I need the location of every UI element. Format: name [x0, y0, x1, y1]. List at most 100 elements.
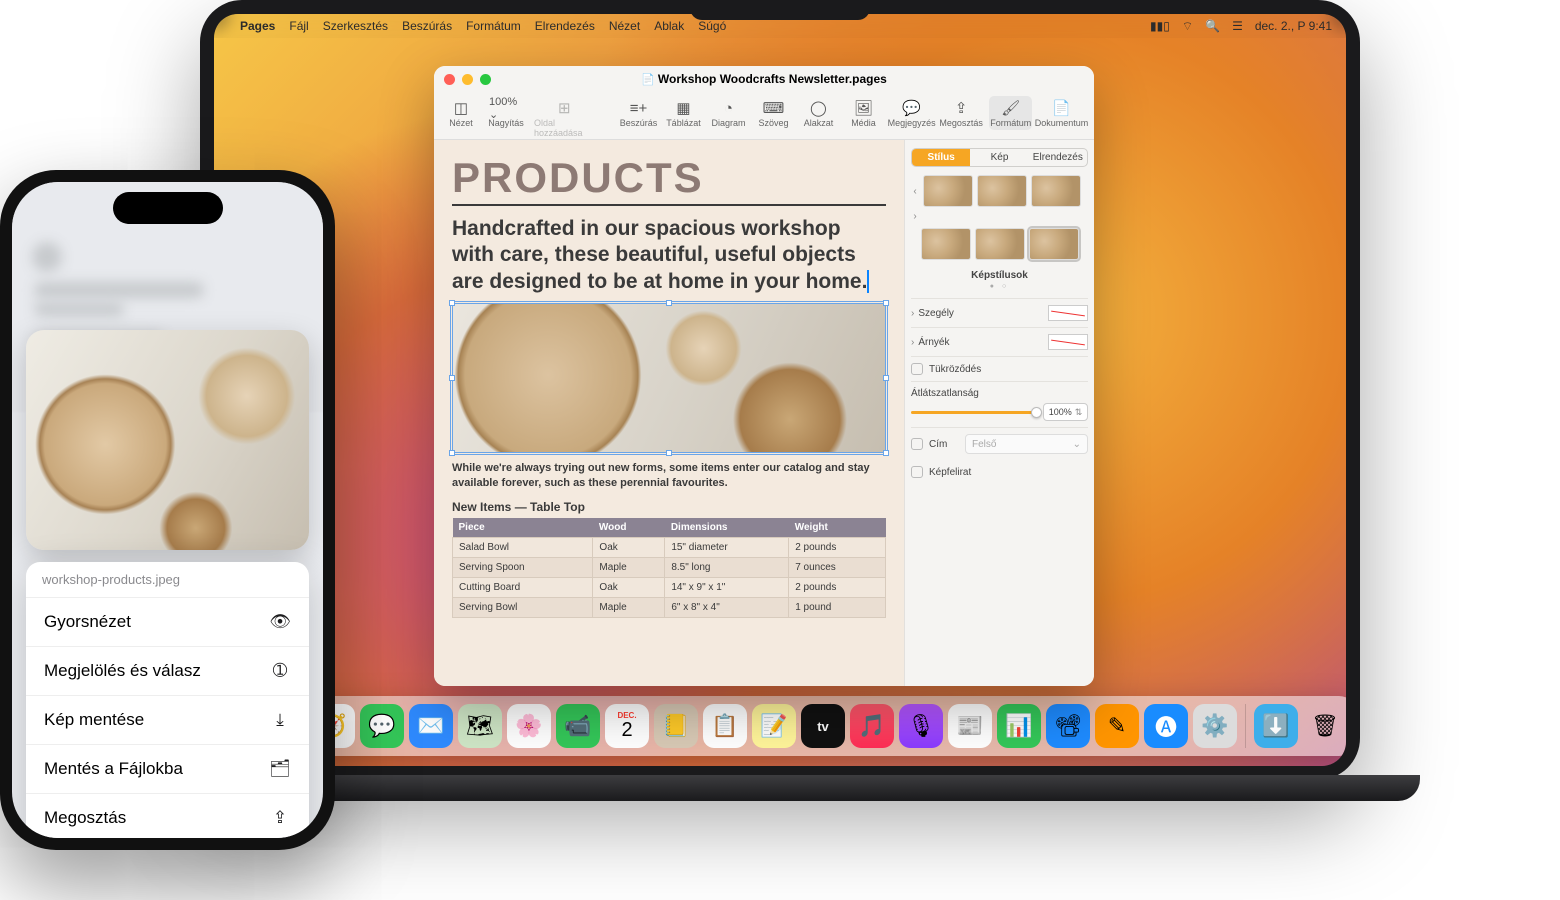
image-preview-card[interactable] [26, 330, 309, 550]
menu-markup-reply[interactable]: Megjelölés és válasz ➀ [26, 647, 309, 696]
cell[interactable]: 8.5" long [665, 558, 789, 578]
cell[interactable]: Cutting Board [453, 578, 593, 598]
dock-numbers[interactable]: 📊 [997, 704, 1041, 748]
cell[interactable]: 7 ounces [789, 558, 886, 578]
title-checkbox[interactable] [911, 438, 923, 450]
doc-paragraph[interactable]: While we're always trying out new forms,… [452, 461, 886, 491]
dock-pages[interactable]: ✎ [1095, 704, 1139, 748]
image-style-thumb[interactable] [923, 175, 973, 207]
menubar-app-name[interactable]: Pages [240, 19, 275, 33]
document-button[interactable]: 📄 Dokumentum [1035, 96, 1088, 130]
dock-news[interactable]: 📰 [948, 704, 992, 748]
cell[interactable]: Oak [593, 538, 665, 558]
menu-window[interactable]: Ablak [654, 19, 684, 33]
resize-handle[interactable] [883, 300, 889, 306]
border-row[interactable]: › Szegély [911, 298, 1088, 327]
stepper-icon[interactable]: ⇅ [1075, 407, 1083, 418]
cell[interactable]: 14" x 9" x 1" [665, 578, 789, 598]
document-canvas[interactable]: PRODUCTS Handcrafted in our spacious wor… [434, 140, 904, 686]
doc-subheading[interactable]: Handcrafted in our spacious workshop wit… [452, 216, 886, 295]
cell[interactable]: Maple [593, 558, 665, 578]
pager-dots[interactable]: ● ○ [911, 283, 1088, 290]
resize-handle[interactable] [666, 450, 672, 456]
add-page-button[interactable]: ⊞ Oldal hozzáadása [530, 96, 599, 140]
menu-save-to-files[interactable]: Mentés a Fájlokba 🗂 [26, 745, 309, 794]
cell[interactable]: Salad Bowl [453, 538, 593, 558]
dock-settings[interactable]: ⚙️ [1193, 704, 1237, 748]
table-button[interactable]: ▦ Táblázat [662, 96, 704, 130]
dock-podcasts[interactable]: 🎙 [899, 704, 943, 748]
th-wood[interactable]: Wood [593, 518, 665, 538]
menu-save-image[interactable]: Kép mentése ⤓ [26, 696, 309, 745]
selected-image[interactable] [452, 303, 886, 453]
cell[interactable]: 2 pounds [789, 578, 886, 598]
menu-format[interactable]: Formátum [466, 19, 521, 33]
zoom-control[interactable]: 100% ⌄ Nagyítás [485, 96, 527, 130]
wifi-icon[interactable]: ⌔ [1182, 19, 1193, 34]
menu-file[interactable]: Fájl [289, 19, 308, 33]
th-dim[interactable]: Dimensions [665, 518, 789, 538]
next-styles-icon[interactable]: › [911, 211, 919, 222]
resize-handle[interactable] [449, 375, 455, 381]
dock-trash[interactable]: 🗑 [1303, 704, 1346, 748]
image-style-thumb[interactable] [1031, 175, 1081, 207]
chart-button[interactable]: ◔ Diagram [707, 96, 749, 130]
dock-music[interactable]: 🎵 [850, 704, 894, 748]
th-piece[interactable]: Piece [453, 518, 593, 538]
image-style-thumb[interactable] [977, 175, 1027, 207]
spotlight-icon[interactable]: 🔍 [1205, 19, 1220, 33]
dock-keynote[interactable]: 📽 [1046, 704, 1090, 748]
dock-tv[interactable]: tv [801, 704, 845, 748]
insert-button[interactable]: ≡+ Beszúrás [617, 96, 659, 130]
image-style-thumb-selected[interactable] [1029, 228, 1079, 260]
table-row[interactable]: Salad Bowl Oak 15" diameter 2 pounds [453, 538, 886, 558]
format-button[interactable]: 🖌 Formátum [989, 96, 1032, 130]
border-none-swatch[interactable] [1048, 305, 1088, 321]
battery-icon[interactable]: ▮▮▯ [1150, 19, 1170, 33]
cell[interactable]: 1 pound [789, 598, 886, 618]
dock-contacts[interactable]: 📒 [654, 704, 698, 748]
cell[interactable]: Serving Bowl [453, 598, 593, 618]
table-row[interactable]: Cutting Board Oak 14" x 9" x 1" 2 pounds [453, 578, 886, 598]
dock-photos[interactable]: 🌸 [507, 704, 551, 748]
menu-arrange[interactable]: Elrendezés [535, 19, 595, 33]
media-button[interactable]: 🖼 Média [842, 96, 884, 130]
tab-style[interactable]: Stílus [912, 149, 970, 166]
dock-facetime[interactable]: 📹 [556, 704, 600, 748]
prev-styles-icon[interactable]: ‹ [911, 186, 919, 197]
tab-arrange[interactable]: Elrendezés [1029, 149, 1087, 166]
resize-handle[interactable] [449, 300, 455, 306]
cell[interactable]: 6" x 8" x 4" [665, 598, 789, 618]
dock-messages[interactable]: 💬 [360, 704, 404, 748]
menu-quicklook[interactable]: Gyorsnézet 👁 [26, 598, 309, 647]
control-center-icon[interactable]: ☰ [1232, 19, 1243, 33]
menu-share[interactable]: Megosztás ⇪ [26, 794, 309, 838]
window-titlebar[interactable]: Workshop Woodcrafts Newsletter.pages [434, 66, 1094, 92]
dock-maps[interactable]: 🗺 [458, 704, 502, 748]
menu-help[interactable]: Súgó [698, 19, 726, 33]
menu-view[interactable]: Nézet [609, 19, 640, 33]
cell[interactable]: 15" diameter [665, 538, 789, 558]
opacity-slider[interactable] [911, 411, 1037, 414]
text-button[interactable]: ⌨ Szöveg [752, 96, 794, 130]
comment-button[interactable]: 💬 Megjegyzés [887, 96, 935, 130]
dock-mail[interactable]: ✉️ [409, 704, 453, 748]
dock-appstore[interactable]: 🅐 [1144, 704, 1188, 748]
table-row[interactable]: Serving Bowl Maple 6" x 8" x 4" 1 pound [453, 598, 886, 618]
cell[interactable]: Oak [593, 578, 665, 598]
cell[interactable]: Maple [593, 598, 665, 618]
cell[interactable]: Serving Spoon [453, 558, 593, 578]
cell[interactable]: 2 pounds [789, 538, 886, 558]
reflection-checkbox[interactable] [911, 363, 923, 375]
view-button[interactable]: ◫ Nézet [440, 96, 482, 130]
doc-table-title[interactable]: New Items — Table Top [452, 500, 886, 514]
title-position-select[interactable]: Felső ⌄ [965, 434, 1088, 454]
opacity-value-field[interactable]: 100% ⇅ [1043, 403, 1088, 421]
table-row[interactable]: Serving Spoon Maple 8.5" long 7 ounces [453, 558, 886, 578]
share-button[interactable]: ⇪ Megosztás [939, 96, 984, 130]
shadow-none-swatch[interactable] [1048, 334, 1088, 350]
caption-checkbox[interactable] [911, 466, 923, 478]
doc-heading[interactable]: PRODUCTS [452, 154, 886, 206]
resize-handle[interactable] [883, 450, 889, 456]
dock-notes[interactable]: 📝 [752, 704, 796, 748]
